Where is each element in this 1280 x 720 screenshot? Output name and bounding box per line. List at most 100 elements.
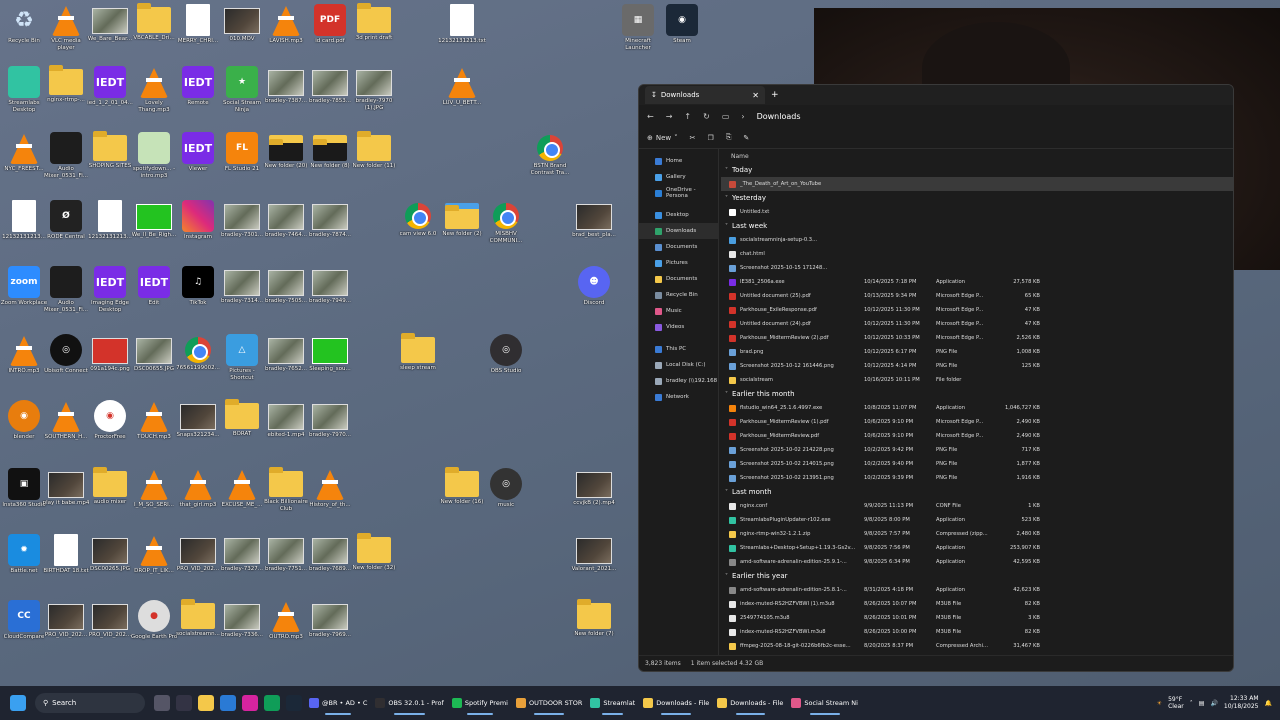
desktop-icon[interactable]: △ Pictures - Shortcut <box>220 334 264 381</box>
rename-icon[interactable]: ✎ <box>743 134 749 142</box>
nav-item[interactable]: OneDrive - Persona <box>639 185 718 201</box>
windows-start-icon[interactable] <box>10 695 26 711</box>
chevron-up-icon[interactable]: ˄ <box>1190 700 1193 707</box>
file-row[interactable]: Screenshot 2025-10-02 214228.png 10/2/202… <box>721 443 1233 457</box>
desktop-icon[interactable]: bradley-7327... <box>220 534 264 573</box>
desktop-icon[interactable]: 12132131213.txt <box>438 4 486 45</box>
desktop-icon[interactable]: bradley-7853... <box>308 66 352 105</box>
desktop-icon[interactable]: ☻ Discord <box>572 266 616 307</box>
desktop-icon[interactable]: New folder (7) <box>572 599 616 638</box>
desktop-icon[interactable]: IEDT Viewer <box>176 132 220 173</box>
nav-item[interactable]: Music <box>639 303 718 319</box>
column-header-name[interactable]: Name <box>721 149 1233 163</box>
nav-item[interactable]: Network <box>639 389 718 405</box>
nav-item[interactable]: Gallery <box>639 169 718 185</box>
desktop-icon[interactable]: ◎ OBS Studio <box>484 334 528 375</box>
desktop-icon[interactable]: 76561199002... <box>176 334 220 372</box>
nav-item[interactable]: This PC <box>639 341 718 357</box>
desktop-icon[interactable]: bradley-7301... <box>220 200 264 239</box>
file-row[interactable]: Parkhouse_MidtermReview.pdf 10/6/2025 9:1… <box>721 429 1233 443</box>
file-row[interactable]: Streamlabs+Desktop+Setup+1.19.3-Gs2v... 9… <box>721 541 1233 555</box>
network-icon[interactable]: ▤ <box>1199 700 1205 707</box>
taskbar-app[interactable]: Downloads - File <box>639 691 713 715</box>
nav-item[interactable]: Downloads <box>639 223 718 239</box>
taskbar-app[interactable]: Streamlat <box>586 691 639 715</box>
nav-item[interactable]: Pictures <box>639 255 718 271</box>
desktop-icon[interactable]: Instagram <box>176 200 220 241</box>
desktop-icon[interactable]: INTRO.mp3 <box>2 334 46 375</box>
paste-icon[interactable]: ⎘ <box>726 133 732 142</box>
file-row[interactable]: Screenshot 2025-10-12 161446.png 10/12/20… <box>721 359 1233 373</box>
desktop-icon[interactable]: FL FL Studio 21 <box>220 132 264 173</box>
desktop-icon[interactable]: PRO_VID_202... <box>176 534 220 573</box>
desktop-icon[interactable]: 3d print draft <box>352 3 396 42</box>
desktop-icon[interactable]: New folder (32) <box>352 533 396 572</box>
file-row[interactable]: Parkhouse_ExileResponse.pdf 10/12/2025 11… <box>721 303 1233 317</box>
group-header[interactable]: ˅ Last week <box>721 219 1233 233</box>
copy-icon[interactable]: ❐ <box>708 134 714 142</box>
desktop-icon[interactable]: IEDT Remote <box>176 66 220 107</box>
volume-icon[interactable]: 🔊 <box>1210 700 1217 707</box>
file-row[interactable]: Screenshot 2025-10-02 214015.png 10/2/202… <box>721 457 1233 471</box>
desktop-icon[interactable]: DSC00655.JPG <box>132 334 176 373</box>
notification-icon[interactable]: 🔔 <box>1265 700 1272 707</box>
desktop-icon[interactable]: History_of_th... <box>308 468 352 509</box>
file-row[interactable]: socialstream 10/16/2025 10:11 PM File fold… <box>721 373 1233 387</box>
desktop-icon[interactable]: BSTN Brand Contrast Tra... <box>528 132 572 176</box>
group-header[interactable]: ˅ Today <box>721 163 1233 177</box>
file-row[interactable]: chat.html <box>721 247 1233 261</box>
taskbar-app[interactable]: @BR • AD • C <box>305 691 371 715</box>
desktop-icon[interactable]: bradley-7387... <box>264 66 308 105</box>
desktop-icon[interactable]: SHOPING SITES <box>88 131 132 170</box>
desktop-icon[interactable]: NYC_FREEST... <box>2 132 46 173</box>
file-row[interactable]: flstudio_win64_25.1.6.4997.exe 10/8/2025 … <box>721 401 1233 415</box>
weather[interactable]: 59°F Clear <box>1168 696 1184 710</box>
desktop-icon[interactable]: ▣ Insta360 Studio <box>2 468 46 509</box>
search-box[interactable]: ⚲ Search <box>35 693 145 713</box>
desktop-icon[interactable]: sleep stream <box>396 333 440 372</box>
desktop-icon[interactable]: ◉ Steam <box>660 4 704 45</box>
chrome-icon[interactable] <box>264 695 280 711</box>
task-view-icon[interactable] <box>154 695 170 711</box>
desktop-icon[interactable]: We_ll_Be_Righ... <box>132 200 176 239</box>
file-explorer-icon[interactable] <box>198 695 214 711</box>
desktop-icon[interactable]: 010.MOV <box>220 4 264 43</box>
desktop-icon[interactable]: IEDT Edit <box>132 266 176 307</box>
desktop-icon[interactable]: 091a194c.png <box>88 334 132 373</box>
file-row[interactable]: Untitled document (24).pdf 10/12/2025 11:… <box>721 317 1233 331</box>
taskbar-app[interactable]: Social Stream Ni <box>787 691 862 715</box>
desktop-icon[interactable]: Audio Mixer_0531_Fi... <box>44 132 88 179</box>
desktop-icon[interactable]: ♻ Recycle Bin <box>2 4 46 45</box>
group-header[interactable]: ˅ Yesterday <box>721 191 1233 205</box>
desktop-icon[interactable]: ◎ music <box>484 468 528 509</box>
file-row[interactable]: index-muted-RS2HZFVBWI (1).m3u8 8/26/2025… <box>721 597 1233 611</box>
desktop-icon[interactable]: Ø RODE Central <box>44 200 88 241</box>
desktop-icon[interactable]: spotifydown... - intro.mp3 <box>132 132 176 179</box>
desktop-icon[interactable]: I_M_SO_SERI... <box>132 468 176 509</box>
desktop-icon[interactable]: New folder (11) <box>352 131 396 170</box>
file-row[interactable]: Screenshot 2025-10-15 171248... <box>721 261 1233 275</box>
file-row[interactable]: _The_Death_of_Art_on_YouTube <box>721 177 1233 191</box>
nav-item[interactable]: Videos <box>639 319 718 335</box>
file-row[interactable]: socialstreamninja-setup-0.3... <box>721 233 1233 247</box>
taskbar-app[interactable]: OUTDOOR STOR <box>512 691 586 715</box>
desktop-icon[interactable]: Lovely Thang.mp3 <box>132 66 176 113</box>
desktop-icon[interactable]: ♫ TikTok <box>176 266 220 307</box>
desktop-icon[interactable]: PRO_VID_202... <box>44 600 88 639</box>
desktop-icon[interactable]: ● Google Earth Pro <box>131 600 177 641</box>
desktop-icon[interactable]: bradley-7970 (1).JPG <box>352 66 396 111</box>
nav-item[interactable]: Documents <box>639 271 718 287</box>
terminal-icon[interactable] <box>176 695 192 711</box>
desktop-icon[interactable]: socialstreamn... <box>176 599 220 638</box>
refresh-icon[interactable]: ↻ <box>703 112 710 121</box>
desktop-icon[interactable]: VLC media player <box>44 4 88 51</box>
mail-icon[interactable] <box>220 695 236 711</box>
nav-item[interactable]: Documents <box>639 239 718 255</box>
desktop-icon[interactable]: 12132131213... <box>2 200 46 241</box>
desktop-icon[interactable]: Streamlabs Desktop <box>2 66 46 113</box>
close-tab-icon[interactable]: ✕ <box>752 91 759 100</box>
file-row[interactable]: 2549774105.m3u8 8/26/2025 10:01 PM M3U8 Fi… <box>721 611 1233 625</box>
desktop-icon[interactable]: bradley-7751... <box>264 534 308 573</box>
desktop-icon[interactable]: PDF id card.pdf <box>308 4 352 45</box>
instagram-icon[interactable] <box>242 695 258 711</box>
